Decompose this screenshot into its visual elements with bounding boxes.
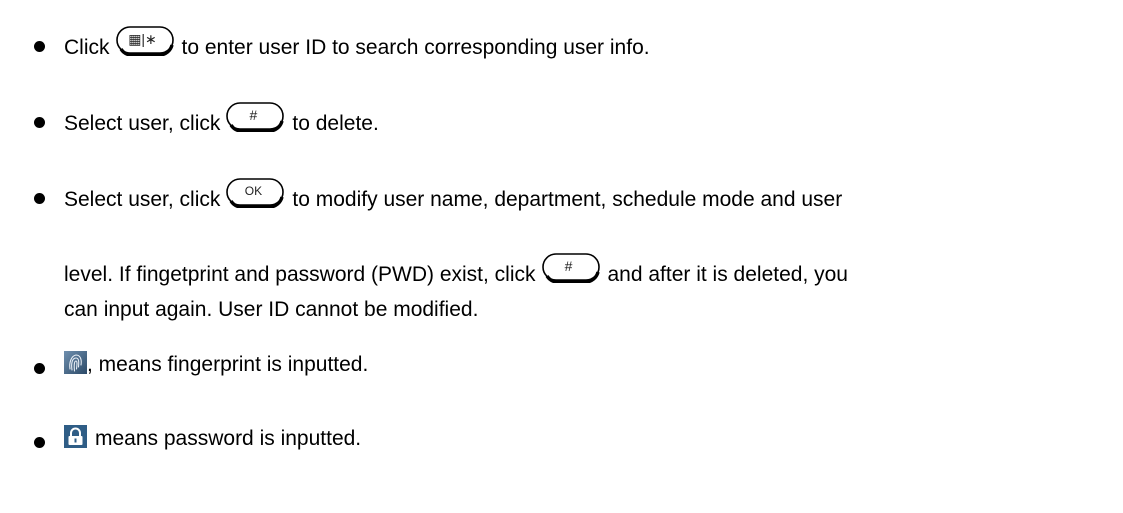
list-item-modify-line3: can input again. User ID cannot be modif… xyxy=(64,297,478,323)
fingerprint-icon xyxy=(64,350,87,374)
list-item-password: means password is inputted. xyxy=(64,424,362,452)
item-text-before: Select user, click xyxy=(64,112,221,136)
ok-key-button: OK xyxy=(226,177,285,208)
bullet xyxy=(34,363,45,374)
bullet xyxy=(34,437,45,448)
bullet xyxy=(34,117,45,128)
item-text-after: means password is inputted. xyxy=(95,427,362,450)
item-text: can input again. User ID cannot be modif… xyxy=(64,298,479,321)
item-text-before: Click xyxy=(64,36,110,60)
item-text-after: , means fingerprint is inputted. xyxy=(87,353,369,376)
bullet xyxy=(34,41,45,52)
item-text-after: and after it is deleted, you xyxy=(607,263,849,287)
item-text-before: level. If fingetprint and password (PWD)… xyxy=(64,263,536,287)
item-text-after: to modify user name, department, schedul… xyxy=(292,188,843,212)
padlock-icon xyxy=(64,424,87,448)
key-label: # xyxy=(249,107,258,123)
key-label: # xyxy=(564,258,573,274)
key-label: ▦|∗ xyxy=(128,31,157,47)
item-text-after: to delete. xyxy=(292,112,379,136)
list-item-delete: Select user, click # to delete. xyxy=(64,102,379,140)
item-text-before: Select user, click xyxy=(64,188,221,212)
hash-key-button: # xyxy=(226,101,285,132)
item-text-after: to enter user ID to search corresponding… xyxy=(181,36,650,60)
menu-star-key-button: ▦|∗ xyxy=(115,25,174,56)
list-item-modify: Select user, click OK to modify user name,… xyxy=(64,178,843,216)
hash-key-button: # xyxy=(541,252,600,283)
list-item-search: Click ▦|∗ to enter user ID to search corre… xyxy=(64,26,650,64)
list-item-fingerprint: , means fingerprint is inputted. xyxy=(64,350,369,378)
bullet xyxy=(34,193,45,204)
key-label: OK xyxy=(244,184,263,198)
list-item-modify-line2: level. If fingetprint and password (PWD)… xyxy=(64,253,849,291)
